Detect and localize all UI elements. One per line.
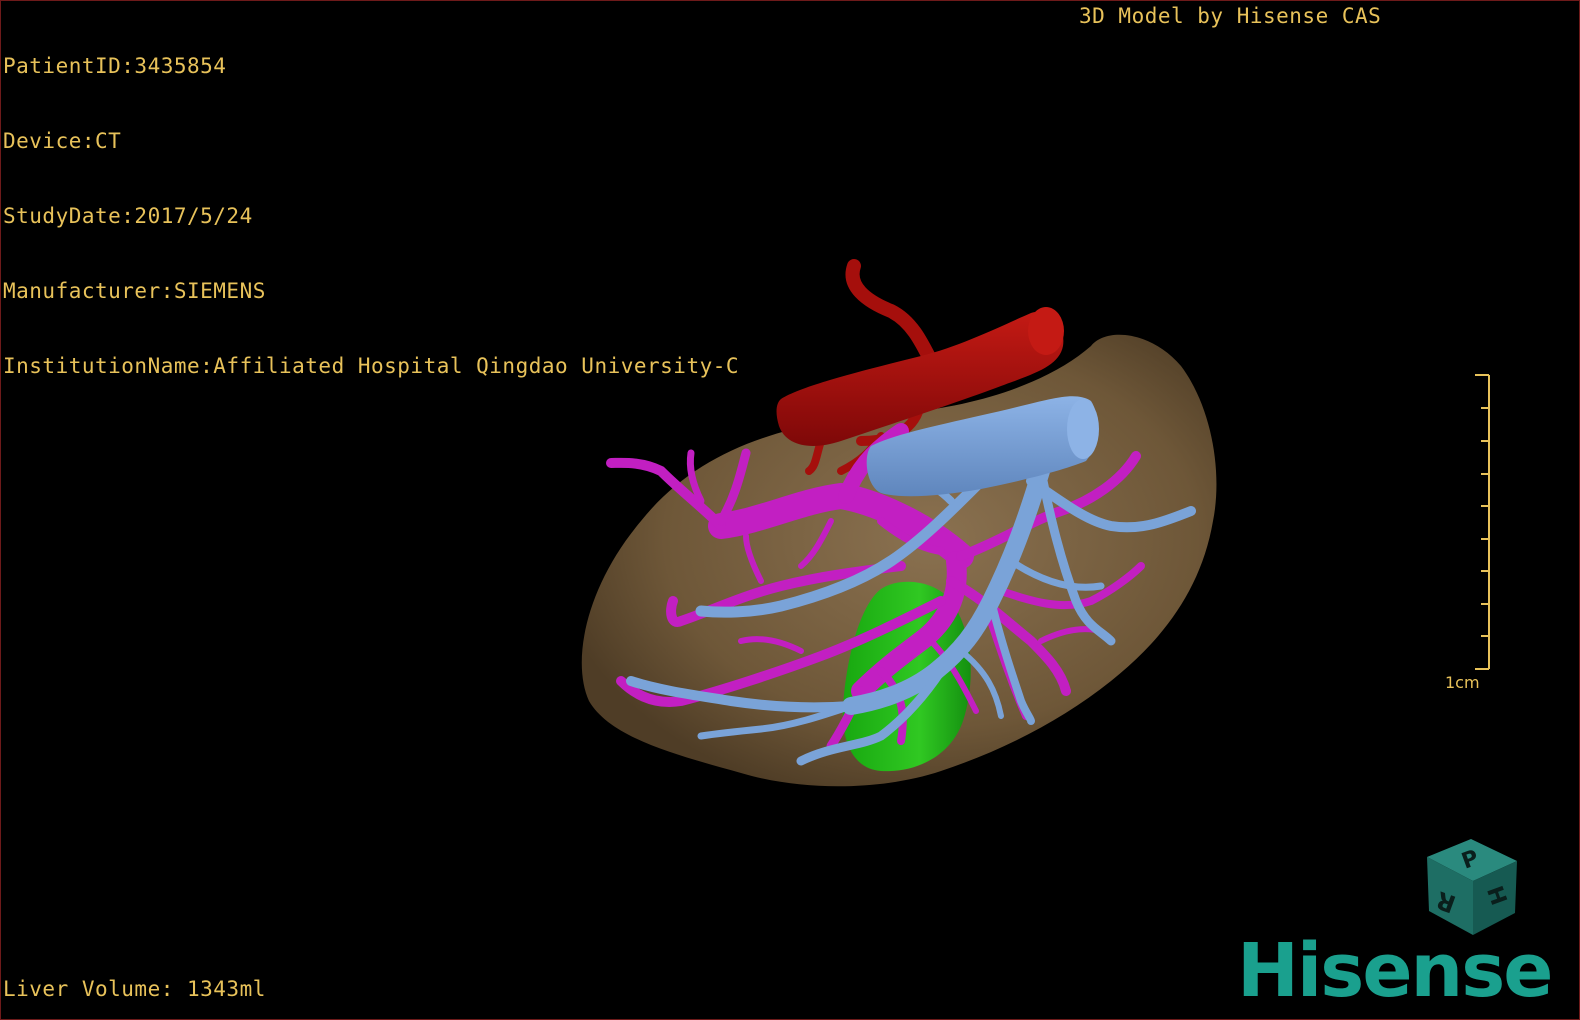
3d-viewport[interactable]: PatientID:3435854 Device:CT StudyDate:20… — [0, 0, 1580, 1020]
ivc-end — [1067, 399, 1099, 459]
scale-label: 1cm — [1445, 673, 1480, 692]
aorta-end — [1028, 307, 1064, 355]
study-date: StudyDate:2017/5/24 — [3, 204, 253, 228]
orientation-cube[interactable]: P R H — [1419, 835, 1523, 939]
manufacturer: Manufacturer:SIEMENS — [3, 279, 266, 303]
hisense-logo: Hisense — [1237, 928, 1553, 1014]
model-credit: 3D Model by Hisense CAS — [1079, 4, 1382, 28]
patient-id: PatientID:3435854 — [3, 54, 227, 78]
liver-volume: Liver Volume: 1343ml — [3, 977, 266, 1001]
device: Device:CT — [3, 129, 122, 153]
institution-name: InstitutionName:Affiliated Hospital Qing… — [3, 354, 740, 378]
dicom-info: PatientID:3435854 Device:CT StudyDate:20… — [3, 4, 739, 429]
scale-bar — [1475, 374, 1490, 670]
